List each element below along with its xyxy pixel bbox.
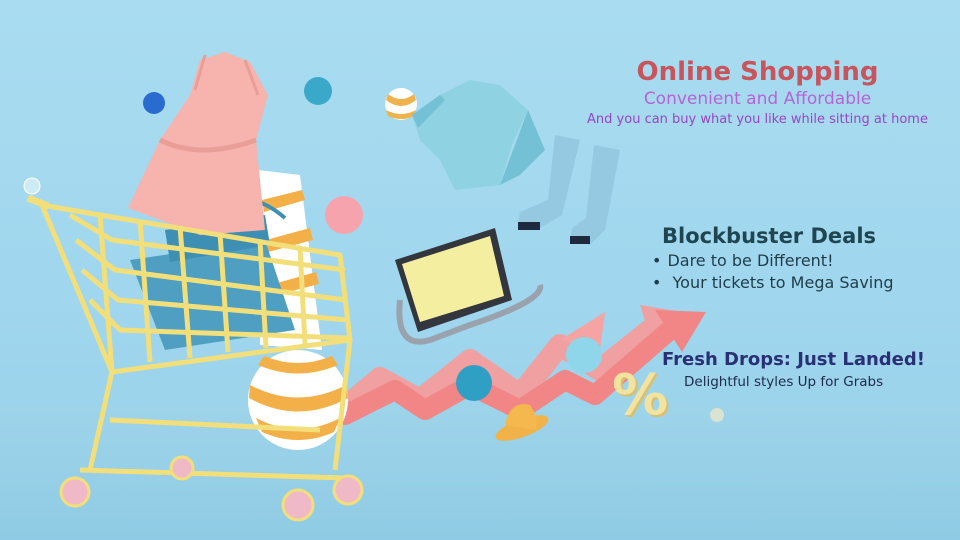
deal-item: • Dare to be Different! xyxy=(652,251,834,270)
yellow-purse xyxy=(395,228,544,345)
drops-title: Fresh Drops: Just Landed! xyxy=(662,349,925,370)
page-subtitle: Convenient and Affordable xyxy=(643,89,872,109)
shopping-banner: % Online Shopping Convenient and Afforda… xyxy=(0,0,960,540)
deals-block: Blockbuster Deals • Dare to be Different!… xyxy=(652,222,952,294)
headline-block: Online Shopping Convenient and Affordabl… xyxy=(560,56,955,129)
drops-subtitle: Delightful styles Up for Grabs xyxy=(684,374,884,390)
deals-list: • Dare to be Different! • Your tickets to… xyxy=(652,250,952,294)
deals-title: Blockbuster Deals xyxy=(662,224,877,248)
teal-ball xyxy=(304,77,332,105)
page-title: Online Shopping xyxy=(636,57,879,87)
blue-coat xyxy=(412,80,545,190)
blue-ball xyxy=(143,92,165,114)
cart-wheels xyxy=(59,455,364,522)
light-blue-ball xyxy=(566,337,602,373)
pink-ball xyxy=(325,196,363,234)
large-striped-ball xyxy=(248,350,348,450)
percent-icon: % xyxy=(612,363,669,428)
teal-ball-lower xyxy=(456,365,492,401)
deal-item: • Your tickets to Mega Saving xyxy=(652,273,894,292)
drops-block: Fresh Drops: Just Landed! Delightful sty… xyxy=(662,348,952,392)
bubble xyxy=(23,177,41,195)
small-ball xyxy=(710,408,724,422)
pink-dress xyxy=(128,52,268,235)
tagline: And you can buy what you like while sitt… xyxy=(587,112,928,127)
